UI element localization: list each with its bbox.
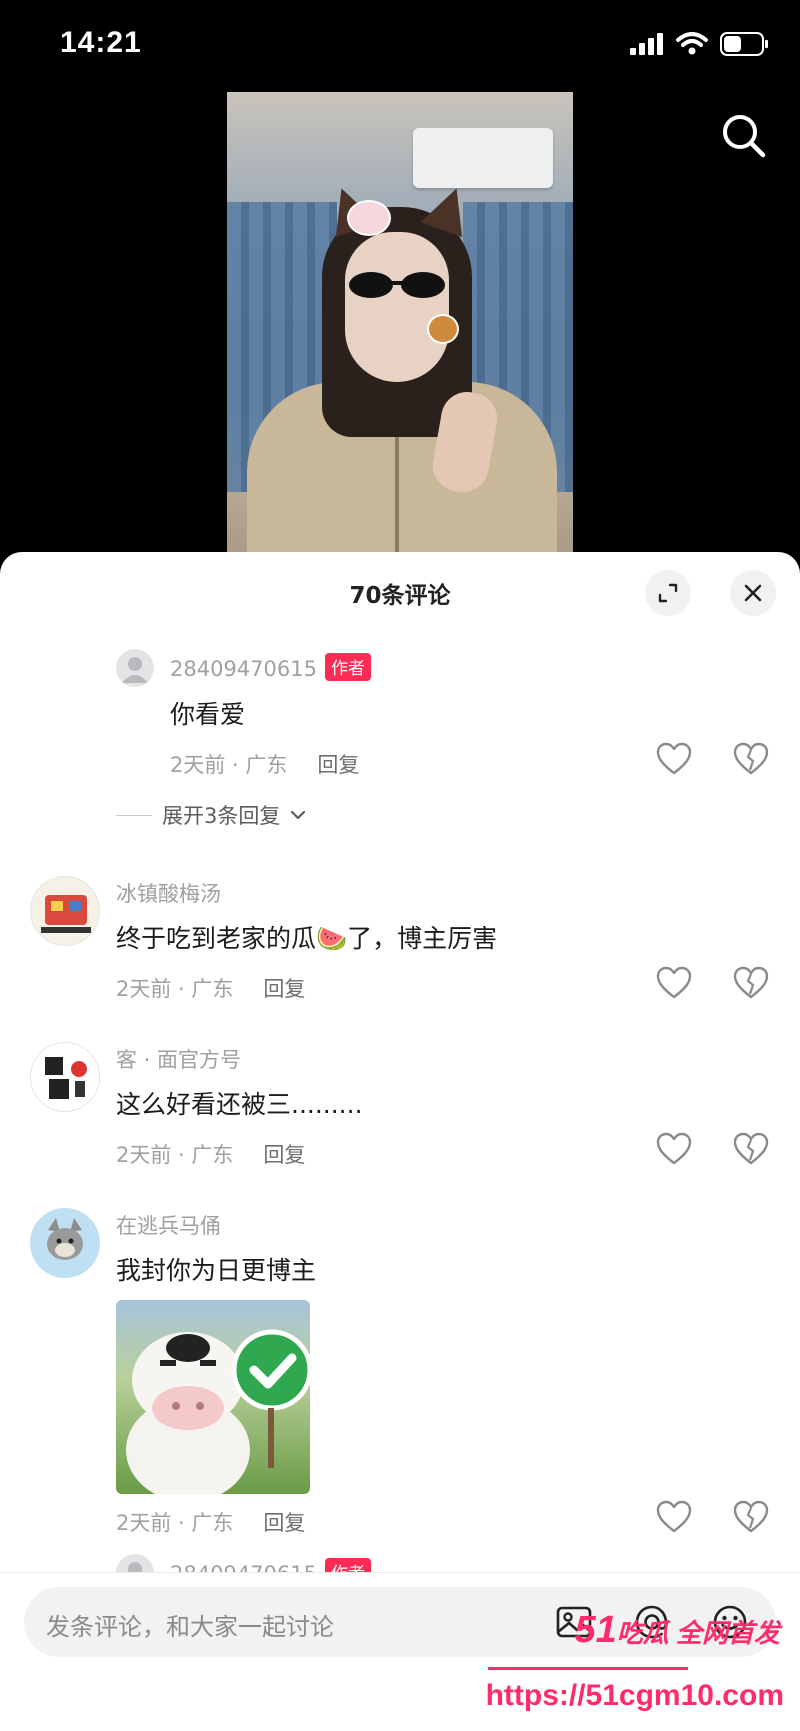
comment-sticker-image[interactable] (116, 1300, 310, 1494)
author-badge: 作者 (324, 653, 371, 681)
comment-time: 2天前 · 广东 (116, 1143, 234, 1167)
close-icon (744, 584, 762, 602)
watermark-url: https://51cgm10.com (485, 1679, 784, 1712)
reply-button[interactable]: 回复 (263, 1143, 305, 1167)
watermark: 51吃瓜 全网首发 https://51cgm10.com (485, 1609, 788, 1719)
heart-icon[interactable] (656, 1132, 692, 1166)
default-user-icon (122, 657, 148, 683)
broken-heart-icon[interactable] (733, 1500, 769, 1534)
expand-replies-label: 展开3条回复 (162, 804, 281, 828)
comment-input-placeholder: 发条评论，和大家一起讨论 (46, 1613, 334, 1641)
status-bar: 14:21 (0, 0, 800, 96)
watermark-brand-num: 51 (574, 1609, 617, 1651)
comment-meta: 2天前 · 广东 回复 (170, 749, 359, 779)
comment-text: 这么好看还被三......... (116, 1090, 363, 1119)
comment-time: 2天前 · 广东 (116, 1511, 234, 1535)
sheet-header: 70条评论 (0, 552, 800, 632)
battery-icon (720, 32, 768, 56)
comment-username[interactable]: 在逃兵马俑 (116, 1210, 221, 1240)
comment-time: 2天前 · 广东 (170, 753, 288, 777)
broken-heart-icon[interactable] (733, 966, 769, 1000)
video-scene-zipper (395, 422, 399, 552)
comment-username[interactable]: 冰镇酸梅汤 (116, 878, 221, 908)
comment-meta: 2天前 · 广东 回复 (116, 1507, 305, 1537)
avatar-logo (45, 1057, 87, 1099)
avatar[interactable] (30, 1042, 100, 1112)
close-sheet-button[interactable] (730, 570, 776, 616)
watermark-brand-text: 吃瓜 全网首发 (616, 1618, 780, 1648)
signal-icon (630, 33, 663, 55)
comment-text: 我封你为日更博主 (116, 1256, 317, 1285)
wifi-icon (676, 32, 708, 55)
comment-username-text: 28409470615 (170, 657, 317, 681)
broken-heart-icon[interactable] (733, 1132, 769, 1166)
video-scene-ac (413, 128, 553, 188)
reply-button[interactable]: 回复 (263, 977, 305, 1001)
comment-sheet: 70条评论 28409470615 作者 你看爱 2天前 · 广东回复 展开3条… (0, 552, 800, 1731)
avatar-illustration (41, 895, 91, 933)
heart-icon[interactable] (656, 742, 692, 776)
status-icons (630, 32, 770, 56)
chevron-down-icon (291, 810, 306, 820)
watermark-brand: 51吃瓜 全网首发 (574, 1609, 780, 1652)
video-scene-monkey-sticker (427, 314, 459, 344)
reply-button[interactable]: 回复 (263, 1511, 305, 1535)
video-scene-face (345, 232, 449, 382)
expand-replies-button[interactable]: 展开3条回复 (116, 800, 306, 830)
comment-text: 终于吃到老家的瓜🍉了，博主厉害 (116, 924, 498, 953)
video-scene-sunglasses (349, 272, 445, 298)
heart-icon[interactable] (656, 1500, 692, 1534)
cow-sticker (126, 1329, 310, 1494)
avatar[interactable] (116, 649, 154, 687)
comment-username[interactable]: 28409470615 作者 (170, 653, 371, 681)
broken-heart-icon[interactable] (733, 742, 769, 776)
comment-text: 你看爱 (170, 700, 246, 729)
search-icon (723, 115, 766, 158)
heart-icon[interactable] (656, 966, 692, 1000)
comment-time: 2天前 · 广东 (116, 977, 234, 1001)
avatar-wolf (47, 1218, 83, 1260)
expand-sheet-button[interactable] (645, 570, 691, 616)
avatar[interactable] (30, 876, 100, 946)
reply-button[interactable]: 回复 (317, 753, 359, 777)
video-player[interactable] (227, 92, 573, 552)
comment-username[interactable]: 客 · 面官方号 (116, 1044, 241, 1074)
comment-meta: 2天前 · 广东 回复 (116, 973, 305, 1003)
expand-divider (116, 814, 152, 816)
avatar[interactable] (30, 1208, 100, 1278)
expand-icon (658, 583, 678, 603)
comment-meta: 2天前 · 广东 回复 (116, 1139, 305, 1169)
video-scene-cat-sticker (347, 200, 391, 236)
search-button[interactable] (716, 108, 772, 164)
status-time: 14:21 (60, 26, 142, 59)
watermark-line (488, 1667, 688, 1670)
